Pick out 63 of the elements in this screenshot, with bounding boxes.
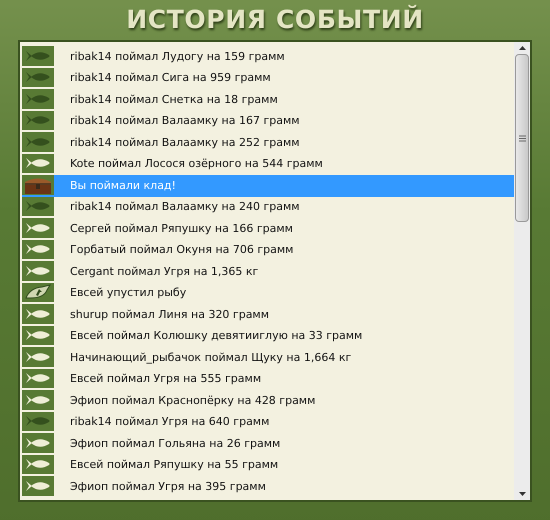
event-text: ribak14 поймал Лудогу на 159 грамм [70, 48, 285, 64]
event-text: Евсей поймал Ряпушку на 55 грамм [70, 457, 278, 473]
event-row[interactable]: shurup поймал Линя на 320 грамм [22, 304, 514, 326]
event-text: Горбатый поймал Окуня на 706 грамм [70, 242, 294, 258]
fish-icon [25, 222, 51, 234]
event-row[interactable]: ribak14 поймал Валаамку на 167 грамм [22, 110, 514, 132]
event-text: Cergant поймал Угря на 1,365 кг [70, 264, 258, 280]
event-text: ribak14 поймал Валаамку на 252 грамм [70, 134, 300, 150]
fish-icon [25, 92, 51, 105]
scrollbar-thumb[interactable] [515, 54, 529, 222]
event-row[interactable]: Kote поймал Лосося озёрного на 544 грамм [22, 154, 514, 175]
fish-icon [25, 329, 51, 342]
event-text: Эфиоп поймал Краснопёрку на 428 грамм [70, 392, 316, 408]
event-row[interactable]: Начинающий_рыбачок поймал Щуку на 1,664 кг [22, 347, 514, 368]
event-row[interactable]: ribak14 поймал Угря на 640 грамм [22, 412, 514, 433]
event-text: ribak14 поймал Валаамку на 167 грамм [70, 113, 300, 129]
fish-icon [25, 350, 51, 363]
event-text: Вы поймали клад! [70, 178, 176, 194]
fish-icon [25, 114, 51, 126]
event-text: shurup поймал Линя на 320 грамм [70, 306, 270, 322]
event-text: Начинающий_рыбачок поймал Щуку на 1,664 кг [70, 350, 352, 366]
event-row[interactable]: ribak14 поймал Сига на 959 грамм [22, 68, 514, 89]
event-row[interactable]: Эфиоп поймал Краснопёрку на 428 грамм [22, 390, 514, 412]
fish-icon [25, 243, 51, 256]
event-row[interactable]: Евсей поймал Угря на 555 грамм [22, 368, 514, 390]
event-text: Евсей поймал Угря на 555 грамм [70, 371, 262, 387]
fish-icon [25, 136, 51, 148]
fish-icon [25, 71, 51, 84]
fish-icon [25, 372, 51, 384]
event-row[interactable]: Евсей упустил рыбу [22, 282, 514, 304]
event-row[interactable]: ribak14 поймал Лудогу на 159 грамм [22, 46, 514, 68]
event-row[interactable]: Евсей поймал Колюшку девятииглую на 33 грамм [22, 326, 514, 347]
fish-icon [25, 415, 51, 428]
event-text: ribak14 поймал Сига на 959 грамм [70, 70, 271, 86]
fish-icon [25, 308, 51, 320]
fish-icon [25, 458, 51, 470]
fish-icon [25, 157, 51, 170]
event-text: ribak14 поймал Валаамку на 240 грамм [70, 199, 300, 215]
window-title: ИСТОРИЯ СОБЫТИЙ [126, 4, 424, 36]
event-text: Эфиоп поймал Угря на 395 грамм [70, 478, 266, 494]
event-text: Евсей упустил рыбу [70, 285, 186, 301]
fish-icon [25, 200, 51, 212]
event-row[interactable]: Евсей поймал Ряпушку на 55 грамм [22, 454, 514, 476]
event-row[interactable]: Горбатый поймал Окуня на 706 грамм [22, 240, 514, 261]
fish-icon [25, 394, 51, 406]
scrollbar[interactable] [514, 42, 530, 500]
fish-icon [25, 264, 51, 277]
event-row[interactable]: Эфиоп поймал Угря на 395 грамм [22, 476, 514, 498]
fish-icon [25, 436, 51, 449]
event-row[interactable]: ribak14 поймал Снетка на 18 грамм [22, 89, 514, 110]
event-text: Kote поймал Лосося озёрного на 544 грамм [70, 156, 323, 172]
fish-icon [25, 50, 51, 62]
event-text: ribak14 поймал Снетка на 18 грамм [70, 92, 278, 108]
event-row[interactable]: ribak14 поймал Валаамку на 240 грамм [22, 196, 514, 218]
event-row[interactable]: Эфиоп поймал Гольяна на 26 грамм [22, 433, 514, 454]
event-row[interactable]: ribak14 поймал Валаамку на 252 грамм [22, 132, 514, 154]
event-text: Сергей поймал Ряпушку на 166 грамм [70, 220, 293, 236]
fish-icon [25, 480, 51, 492]
event-text: Евсей поймал Колюшку девятииглую на 33 грамм [70, 328, 362, 344]
event-text: ribak14 поймал Угря на 640 грамм [70, 414, 270, 430]
event-text: Эфиоп поймал Гольяна на 26 грамм [70, 436, 280, 452]
event-row[interactable]: Сергей поймал Ряпушку на 166 грамм [22, 218, 514, 240]
event-row[interactable]: Cergant поймал Угря на 1,365 кг [22, 261, 514, 282]
